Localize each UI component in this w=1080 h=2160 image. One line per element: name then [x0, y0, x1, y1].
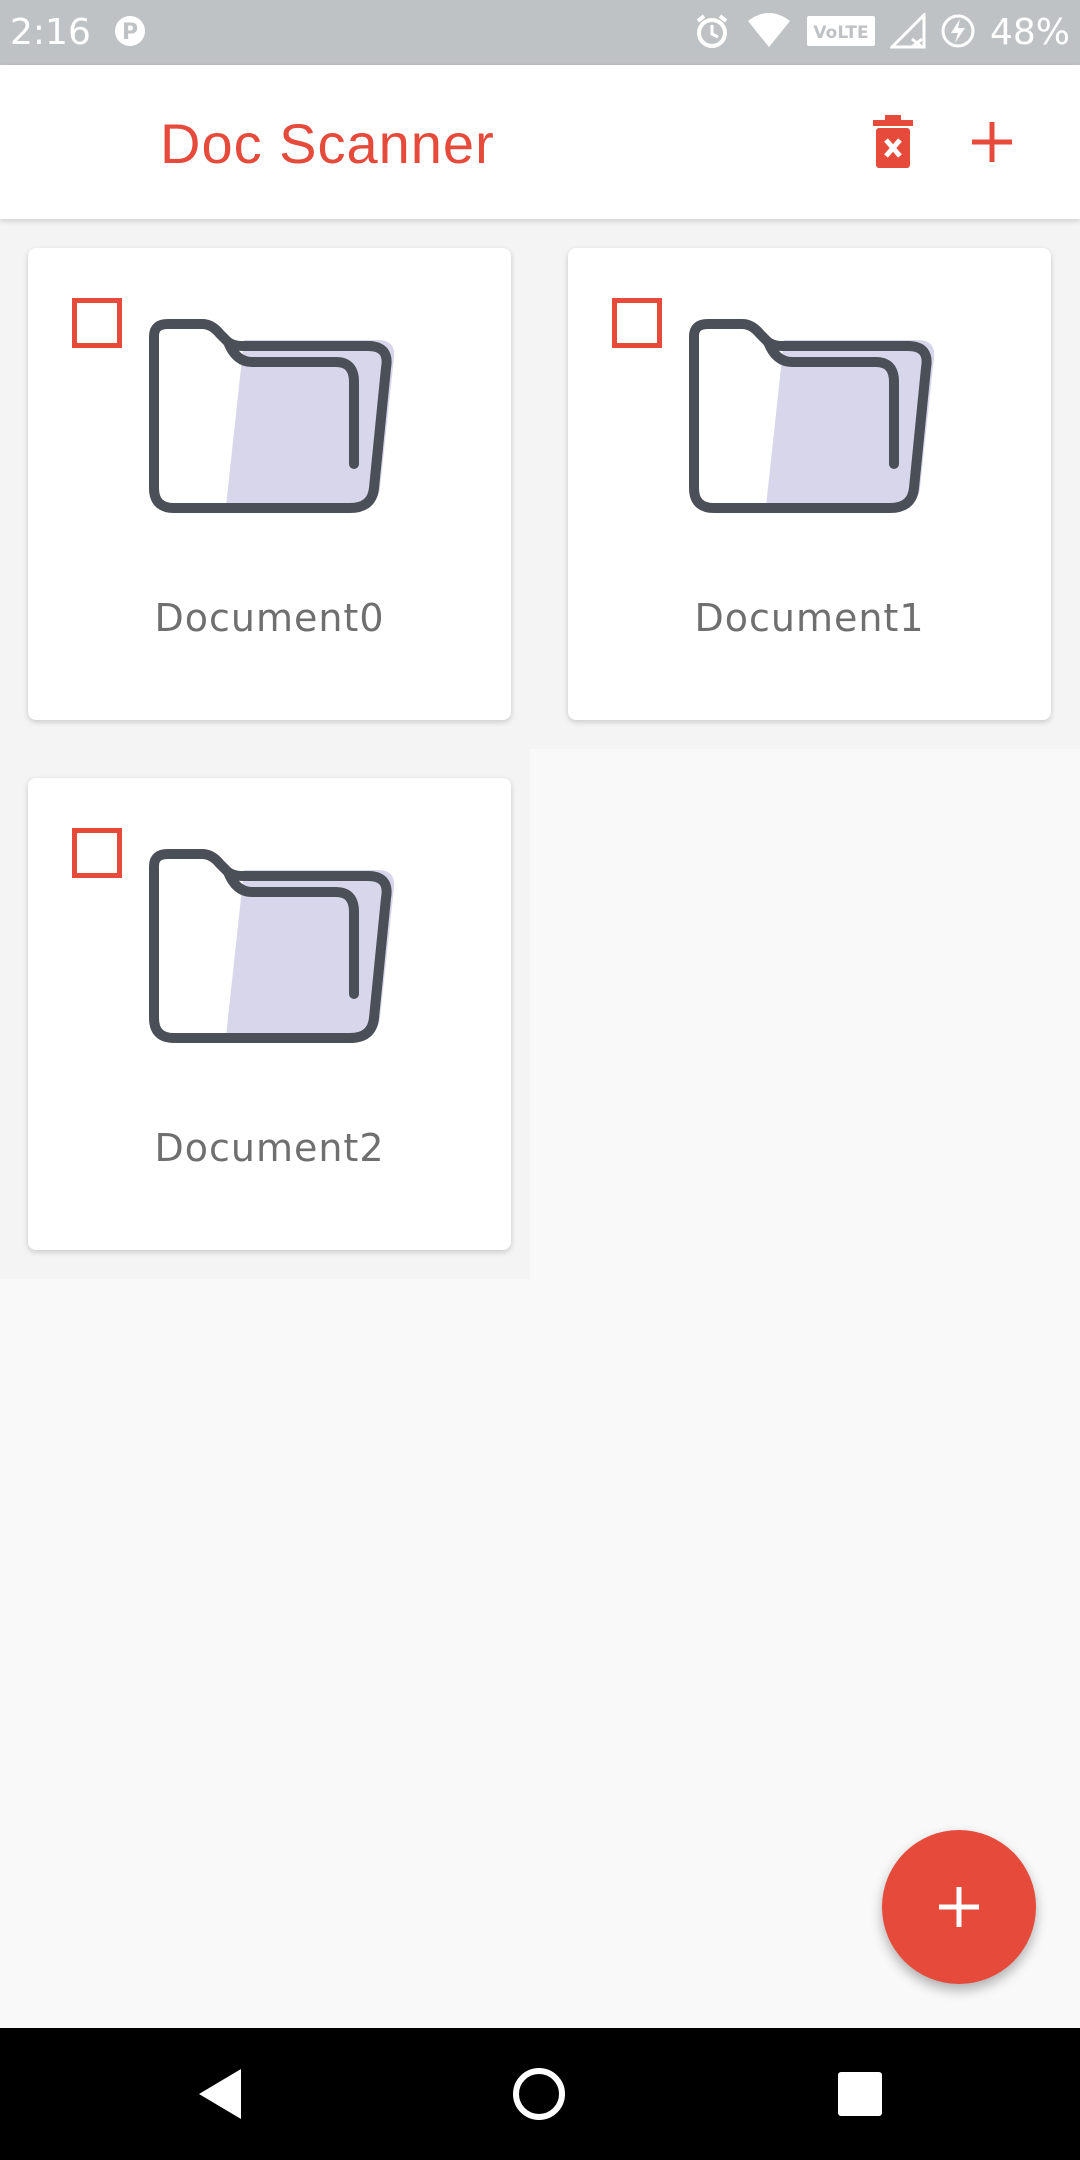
- delete-icon: [873, 115, 913, 168]
- wifi-icon: [746, 11, 792, 55]
- battery-charging-icon: [940, 13, 976, 53]
- add-button[interactable]: [957, 107, 1027, 177]
- add-document-fab[interactable]: [882, 1830, 1036, 1984]
- document-name: Document1: [694, 596, 925, 640]
- home-button[interactable]: [501, 2056, 577, 2132]
- back-icon: [199, 2069, 241, 2119]
- document-name: Document0: [154, 596, 385, 640]
- status-left: 2:16 P: [10, 12, 147, 53]
- folder-icon: [149, 849, 395, 1043]
- svg-text:P: P: [122, 20, 138, 45]
- status-time: 2:16: [10, 12, 91, 53]
- folder-icon: [689, 319, 935, 513]
- document-checkbox[interactable]: [72, 828, 122, 878]
- navigation-bar: [0, 2028, 1080, 2160]
- add-icon: [939, 1887, 979, 1927]
- document-card[interactable]: Document0: [28, 248, 511, 720]
- back-button[interactable]: [182, 2056, 258, 2132]
- alarm-icon: [692, 11, 732, 55]
- document-card[interactable]: Document1: [568, 248, 1051, 720]
- add-icon: [972, 122, 1012, 162]
- volte-icon: VoLTE: [806, 14, 876, 52]
- document-name: Document2: [154, 1126, 385, 1170]
- recents-icon: [838, 2072, 882, 2116]
- document-card[interactable]: Document2: [28, 778, 511, 1250]
- signal-icon: [888, 10, 926, 53]
- delete-button[interactable]: [858, 107, 928, 177]
- battery-percent: 48%: [989, 12, 1070, 53]
- svg-text:VoLTE: VoLTE: [813, 23, 868, 43]
- status-bar: 2:16 P VoLTE 48%: [0, 0, 1080, 65]
- document-checkbox[interactable]: [72, 298, 122, 348]
- status-right: VoLTE 48%: [692, 10, 1070, 55]
- app-bar: Doc Scanner: [0, 65, 1080, 219]
- screen: 2:16 P VoLTE 48% Doc Scanner Document0 D…: [0, 0, 1080, 2160]
- folder-icon: [149, 319, 395, 513]
- recents-button[interactable]: [822, 2056, 898, 2132]
- document-checkbox[interactable]: [612, 298, 662, 348]
- home-icon: [513, 2068, 565, 2120]
- app-title: Doc Scanner: [160, 112, 495, 175]
- parking-icon: P: [113, 14, 147, 52]
